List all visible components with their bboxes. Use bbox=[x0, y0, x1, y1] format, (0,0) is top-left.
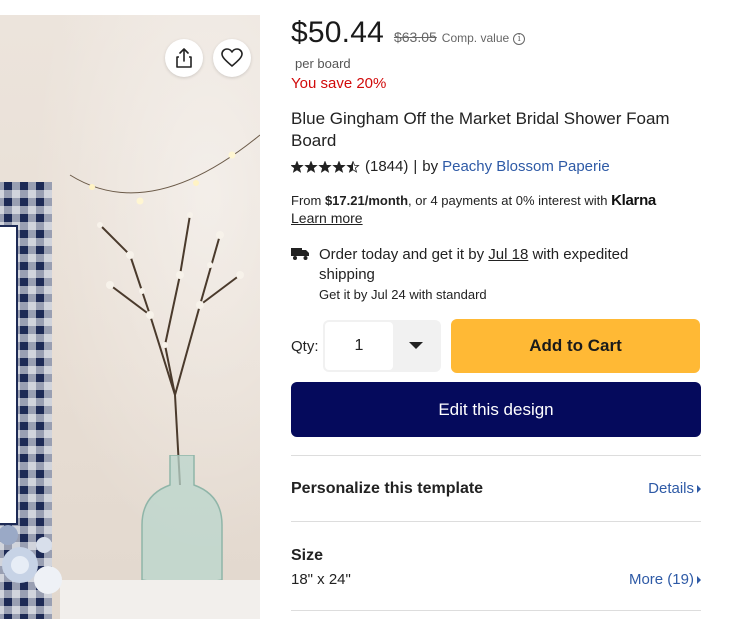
info-icon[interactable]: i bbox=[513, 33, 526, 45]
expedited-shipping-line: Order today and get it by Jul 18 with ex… bbox=[319, 245, 679, 285]
details-link-label[interactable]: Details bbox=[648, 480, 694, 497]
financing-monthly: $17.21/month bbox=[324, 193, 409, 208]
klarna-logo: Klarna bbox=[611, 192, 656, 209]
standard-shipping-line: Get it by Jul 24 with standard bbox=[319, 287, 487, 302]
product-title: Blue Gingham Off the Market Bridal Showe… bbox=[291, 109, 670, 150]
favorite-button[interactable] bbox=[213, 39, 251, 77]
foam-board-inner-panel bbox=[0, 225, 18, 525]
quantity-value[interactable]: 1 bbox=[325, 322, 393, 370]
shipping-text: Order today and get it by Jul 18 with ex… bbox=[319, 245, 679, 302]
comparison-value-label: Comp. value bbox=[441, 31, 510, 45]
more-sizes-label[interactable]: More (19) bbox=[629, 571, 694, 588]
shipping-prefix: Order today and get it by bbox=[319, 246, 489, 263]
seller-link[interactable]: Peachy Blossom Paperie bbox=[442, 158, 610, 175]
price-unit: per board bbox=[295, 56, 351, 71]
savings-text: You save 20% bbox=[291, 75, 387, 92]
heart-icon bbox=[221, 48, 243, 67]
branches-illustration bbox=[97, 212, 244, 486]
shipping-info: Order today and get it by Jul 18 with ex… bbox=[291, 245, 679, 302]
details-link[interactable]: Details bbox=[648, 480, 701, 497]
glass-vase-illustration bbox=[141, 455, 223, 585]
divider bbox=[291, 610, 701, 611]
product-image[interactable] bbox=[0, 15, 260, 619]
purchase-row: Qty: 1 Add to Cart bbox=[291, 319, 700, 373]
chevron-right-icon bbox=[697, 484, 701, 493]
size-title: Size bbox=[291, 547, 324, 564]
learn-more-link[interactable]: Learn more bbox=[291, 210, 363, 226]
delivery-date-link[interactable]: Jul 18 bbox=[488, 246, 528, 263]
rating-count[interactable]: (1844) bbox=[365, 158, 408, 175]
personalize-title: Personalize this template bbox=[291, 480, 484, 497]
star-rating[interactable] bbox=[291, 160, 361, 173]
more-sizes-link[interactable]: More (19) bbox=[629, 571, 701, 588]
star-icon bbox=[291, 160, 360, 173]
size-value: 18" x 24" bbox=[291, 571, 351, 588]
price-row: $50.44 $63.05 Comp. value i bbox=[291, 16, 526, 50]
current-price: $50.44 bbox=[291, 16, 384, 49]
chevron-right-icon bbox=[697, 575, 701, 584]
share-button[interactable] bbox=[165, 39, 203, 77]
divider bbox=[291, 521, 701, 522]
quantity-label: Qty: bbox=[291, 337, 319, 355]
share-icon bbox=[176, 48, 192, 68]
flower-cluster-illustration bbox=[0, 525, 62, 594]
comparison-price: $63.05 bbox=[393, 29, 437, 45]
add-to-cart-button[interactable]: Add to Cart bbox=[451, 319, 700, 373]
divider bbox=[291, 455, 701, 456]
financing-text: From $17.21/month, or 4 payments at 0% i… bbox=[291, 192, 656, 209]
rating-separator: | bbox=[413, 158, 418, 175]
table-surface bbox=[60, 580, 260, 619]
seller-by-label: by bbox=[422, 158, 439, 175]
edit-design-button[interactable]: Edit this design bbox=[291, 382, 701, 437]
chevron-down-icon[interactable] bbox=[409, 342, 423, 349]
financing-prefix: From bbox=[291, 193, 325, 208]
rating-row: (1844) | by Peachy Blossom Paperie bbox=[291, 158, 610, 175]
financing-suffix: , or 4 payments at 0% interest with bbox=[408, 193, 612, 208]
truck-icon bbox=[291, 248, 309, 260]
quantity-select[interactable]: 1 bbox=[323, 320, 441, 372]
